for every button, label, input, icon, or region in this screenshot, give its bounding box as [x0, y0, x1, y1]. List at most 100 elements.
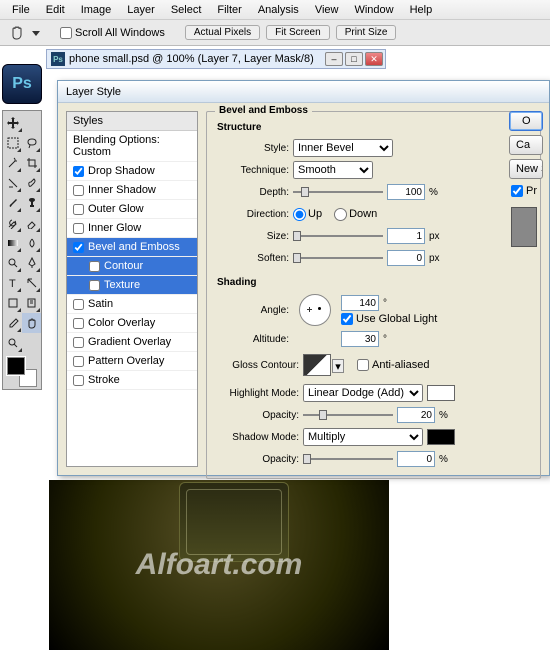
- menu-window[interactable]: Window: [346, 2, 401, 18]
- soften-slider[interactable]: [293, 251, 383, 265]
- menu-analysis[interactable]: Analysis: [250, 2, 307, 18]
- shadow-opacity-input[interactable]: [397, 451, 435, 467]
- direction-up[interactable]: Up: [293, 208, 322, 221]
- menu-select[interactable]: Select: [163, 2, 210, 18]
- menu-file[interactable]: File: [4, 2, 38, 18]
- wand-tool[interactable]: [3, 153, 22, 173]
- style-row-satin[interactable]: Satin: [67, 295, 197, 314]
- menu-image[interactable]: Image: [73, 2, 120, 18]
- blur-tool[interactable]: [22, 233, 41, 253]
- lasso-tool[interactable]: [22, 133, 41, 153]
- direction-down[interactable]: Down: [334, 208, 377, 221]
- style-checkbox[interactable]: [73, 356, 84, 367]
- cancel-button[interactable]: Ca: [509, 135, 543, 155]
- slice-tool[interactable]: [3, 173, 22, 193]
- dialog-title[interactable]: Layer Style: [58, 81, 549, 103]
- print-size-button[interactable]: Print Size: [336, 25, 397, 40]
- document-canvas[interactable]: Alfoart.com: [49, 480, 389, 650]
- style-checkbox[interactable]: [73, 318, 84, 329]
- style-row-outer-glow[interactable]: Outer Glow: [67, 200, 197, 219]
- notes-tool[interactable]: [22, 293, 41, 313]
- ok-button[interactable]: O: [509, 111, 543, 131]
- menu-layer[interactable]: Layer: [119, 2, 163, 18]
- antialiased-checkbox[interactable]: Anti-aliased: [357, 359, 429, 371]
- crop-tool[interactable]: [22, 153, 41, 173]
- brush-tool[interactable]: [3, 193, 22, 213]
- style-checkbox[interactable]: [73, 223, 84, 234]
- technique-select[interactable]: Smooth: [293, 161, 373, 179]
- document-titlebar[interactable]: Ps phone small.psd @ 100% (Layer 7, Laye…: [46, 49, 386, 69]
- highlight-opacity-slider[interactable]: [303, 408, 393, 422]
- move-tool[interactable]: [3, 113, 23, 133]
- style-row-inner-shadow[interactable]: Inner Shadow: [67, 181, 197, 200]
- menu-filter[interactable]: Filter: [209, 2, 249, 18]
- shape-tool[interactable]: [3, 293, 22, 313]
- pen-tool[interactable]: [22, 253, 41, 273]
- close-button[interactable]: ✕: [365, 52, 383, 66]
- fit-screen-button[interactable]: Fit Screen: [266, 25, 330, 40]
- style-select[interactable]: Inner Bevel: [293, 139, 393, 157]
- soften-input[interactable]: [387, 250, 425, 266]
- healing-tool[interactable]: [22, 173, 41, 193]
- style-checkbox[interactable]: [73, 204, 84, 215]
- style-row-texture[interactable]: Texture: [67, 276, 197, 295]
- styles-header[interactable]: Styles: [67, 112, 197, 131]
- angle-control[interactable]: [299, 294, 331, 326]
- style-checkbox[interactable]: [73, 166, 84, 177]
- color-swatches[interactable]: [7, 357, 37, 387]
- style-row-stroke[interactable]: Stroke: [67, 371, 197, 390]
- highlight-color[interactable]: [427, 385, 455, 401]
- style-checkbox[interactable]: [73, 375, 84, 386]
- eraser-tool[interactable]: [22, 213, 41, 233]
- shadow-color[interactable]: [427, 429, 455, 445]
- hand-tool-2[interactable]: [22, 313, 41, 333]
- style-checkbox[interactable]: [73, 242, 84, 253]
- style-checkbox[interactable]: [73, 185, 84, 196]
- style-row-drop-shadow[interactable]: Drop Shadow: [67, 162, 197, 181]
- style-row-bevel-and-emboss[interactable]: Bevel and Emboss: [67, 238, 197, 257]
- hand-tool-icon[interactable]: [8, 24, 26, 42]
- preview-checkbox[interactable]: Pr: [509, 185, 543, 197]
- size-slider[interactable]: [293, 229, 383, 243]
- global-light-checkbox[interactable]: Use Global Light: [341, 313, 437, 325]
- style-row-inner-glow[interactable]: Inner Glow: [67, 219, 197, 238]
- style-checkbox[interactable]: [73, 337, 84, 348]
- maximize-button[interactable]: □: [345, 52, 363, 66]
- marquee-tool[interactable]: [3, 133, 22, 153]
- style-checkbox[interactable]: [89, 261, 100, 272]
- highlight-opacity-input[interactable]: [397, 407, 435, 423]
- chevron-down-icon[interactable]: ▾: [332, 359, 344, 373]
- style-checkbox[interactable]: [89, 280, 100, 291]
- dodge-tool[interactable]: [3, 253, 22, 273]
- new-style-button[interactable]: New S: [509, 159, 543, 179]
- menu-help[interactable]: Help: [402, 2, 441, 18]
- angle-input[interactable]: [341, 295, 379, 311]
- size-input[interactable]: [387, 228, 425, 244]
- stamp-tool[interactable]: [22, 193, 41, 213]
- history-brush-tool[interactable]: [3, 213, 22, 233]
- path-tool[interactable]: [22, 273, 41, 293]
- gradient-tool[interactable]: [3, 233, 22, 253]
- type-tool[interactable]: T: [3, 273, 22, 293]
- depth-slider[interactable]: [293, 185, 383, 199]
- tool-preset-dropdown-icon[interactable]: [32, 29, 40, 37]
- actual-pixels-button[interactable]: Actual Pixels: [185, 25, 260, 40]
- highlight-mode-select[interactable]: Linear Dodge (Add): [303, 384, 423, 402]
- shadow-opacity-slider[interactable]: [303, 452, 393, 466]
- eyedropper-tool[interactable]: [3, 313, 22, 333]
- shadow-mode-select[interactable]: Multiply: [303, 428, 423, 446]
- menu-view[interactable]: View: [307, 2, 347, 18]
- gloss-contour-picker[interactable]: ▾: [303, 354, 331, 376]
- zoom-tool[interactable]: [3, 333, 23, 353]
- depth-input[interactable]: [387, 184, 425, 200]
- fg-color[interactable]: [7, 357, 25, 375]
- style-row-gradient-overlay[interactable]: Gradient Overlay: [67, 333, 197, 352]
- blending-options-row[interactable]: Blending Options: Custom: [67, 131, 197, 162]
- scroll-all-checkbox[interactable]: Scroll All Windows: [60, 27, 165, 39]
- style-checkbox[interactable]: [73, 299, 84, 310]
- menu-edit[interactable]: Edit: [38, 2, 73, 18]
- style-row-contour[interactable]: Contour: [67, 257, 197, 276]
- altitude-input[interactable]: [341, 331, 379, 347]
- style-row-pattern-overlay[interactable]: Pattern Overlay: [67, 352, 197, 371]
- style-row-color-overlay[interactable]: Color Overlay: [67, 314, 197, 333]
